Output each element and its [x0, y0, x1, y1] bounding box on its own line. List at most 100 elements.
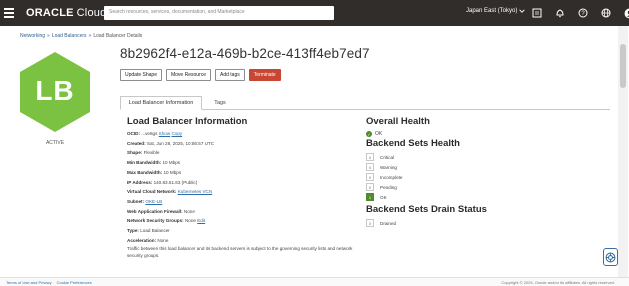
nsg-row: Network Security Groups: None Edit — [127, 216, 367, 226]
waf-value: None — [183, 208, 195, 214]
section-heading: Load Balancer Information — [127, 116, 248, 127]
subnet-link[interactable]: OKE-LB — [145, 199, 162, 204]
top-bar: ORACLE Cloud Search resources, services,… — [0, 0, 629, 26]
cookie-preferences-link[interactable]: Cookie Preferences — [57, 280, 92, 285]
acceleration-value: None — [157, 237, 169, 243]
oracle-cloud-logo[interactable]: ORACLE Cloud — [26, 7, 106, 19]
health-count: 0 — [366, 163, 374, 171]
bell-icon[interactable] — [553, 5, 567, 21]
health-count: 0 — [366, 183, 374, 191]
subnet-label: Subnet: — [127, 198, 145, 204]
tab-bar: Load Balancer Information Tags — [120, 96, 610, 110]
health-row-incomplete[interactable]: 0 Incomplete — [366, 172, 596, 182]
min-bandwidth-value: 10 Mbps — [162, 160, 181, 166]
overall-health-heading: Overall Health — [366, 116, 430, 127]
drain-status-heading: Backend Sets Drain Status — [366, 204, 487, 215]
status-badge: ACTIVE — [45, 140, 65, 146]
badge-text: LB — [35, 75, 75, 106]
health-row-pending[interactable]: 0 Pending — [366, 182, 596, 192]
ocid-show-link[interactable]: Show — [159, 131, 171, 136]
nsg-value: None — [184, 218, 196, 224]
shape-label: Shape: — [127, 150, 143, 156]
health-label: Incomplete — [380, 174, 403, 180]
console-icon[interactable] — [530, 5, 544, 21]
update-shape-button[interactable]: Update Shape — [120, 69, 162, 81]
subnet-row: Subnet: OKE-LB — [127, 197, 367, 207]
region-label: Japan East (Tokyo) — [466, 8, 518, 14]
max-bandwidth-row: Max Bandwidth: 10 Mbps — [127, 168, 367, 178]
ocid-row: OCID: ...ve6gs Show Copy — [127, 129, 367, 139]
add-tags-button[interactable]: Add tags — [215, 69, 245, 81]
min-bandwidth-row: Min Bandwidth: 10 Mbps — [127, 158, 367, 168]
overall-health-status: ✓ OK — [366, 131, 596, 137]
health-label: Critical — [380, 154, 395, 160]
ocid-value: ...ve6gs — [141, 131, 158, 136]
overall-status-text: OK — [375, 131, 383, 137]
ip-address-row: IP Address: 140.83.51.63 (Public) — [127, 178, 367, 188]
acceleration-label: Acceleration: — [127, 237, 157, 243]
vcn-link[interactable]: Kubernetes VCN — [178, 189, 212, 194]
breadcrumb-separator: » — [88, 33, 92, 39]
type-value: Load Balancer — [140, 228, 170, 234]
type-row: Type: Load Balancer — [127, 226, 367, 236]
max-bandwidth-value: 10 Mbps — [163, 169, 182, 175]
tab-load-balancer-information[interactable]: Load Balancer Information — [120, 96, 202, 110]
waf-row: Web Application Firewall: None — [127, 207, 367, 217]
acceleration-row: Acceleration: None — [127, 236, 367, 246]
waf-label: Web Application Firewall: — [127, 208, 183, 214]
vcn-row: Virtual Cloud Network: Kubernetes VCN — [127, 187, 367, 197]
terminate-button[interactable]: Terminate — [248, 69, 281, 81]
check-circle-icon: ✓ — [366, 131, 372, 137]
min-bandwidth-label: Min Bandwidth: — [127, 160, 162, 166]
created-value: Sat, Jun 28, 2025, 10:56:57 UTC — [146, 140, 215, 146]
traffic-note: Traffic between this load balancer and i… — [127, 246, 353, 258]
tab-tags[interactable]: Tags — [210, 96, 230, 110]
health-row-warning[interactable]: 0 Warning — [366, 162, 596, 172]
user-icon[interactable] — [622, 5, 629, 21]
ocid-copy-link[interactable]: Copy — [171, 131, 182, 136]
help-icon[interactable]: ? — [576, 5, 590, 21]
load-balancer-badge: LB — [18, 50, 92, 134]
created-label: Created: — [127, 140, 146, 146]
health-label: Pending — [380, 184, 397, 190]
terms-link[interactable]: Terms of Use and Privacy — [6, 280, 52, 285]
type-label: Type: — [127, 228, 139, 234]
breadcrumb-networking[interactable]: Networking — [20, 33, 45, 39]
search-input[interactable]: Search resources, services, documentatio… — [104, 6, 334, 20]
breadcrumb-separator: » — [47, 33, 50, 39]
vertical-scrollbar[interactable] — [618, 26, 628, 278]
health-row-ok[interactable]: 1 OK — [366, 192, 596, 202]
backend-sets-health-heading: Backend Sets Health — [366, 138, 460, 149]
menu-icon[interactable] — [4, 0, 20, 26]
breadcrumb-current: Load Balancer Details — [93, 33, 143, 39]
ip-address-label: IP Address: — [127, 179, 153, 185]
load-balancer-information-section: Load Balancer Information OCID: ...ve6gs… — [127, 116, 367, 259]
drain-count: 0 — [366, 219, 374, 227]
health-row-critical[interactable]: 0 Critical — [366, 152, 596, 162]
nsg-edit-link[interactable]: Edit — [197, 218, 205, 223]
help-lifebuoy-icon[interactable] — [603, 248, 618, 266]
action-buttons: Update Shape Move Resource Add tags Term… — [120, 69, 281, 81]
health-count: 1 — [366, 193, 374, 201]
shape-value: Flexible — [143, 150, 160, 156]
scrollbar-thumb[interactable] — [620, 44, 626, 88]
ocid-label: OCID: — [127, 131, 141, 136]
backend-sets-health-list: 0 Critical 0 Warning 0 Incomplete 0 Pend… — [366, 152, 596, 202]
page-title: 8b2962f4-e12a-469b-b2ce-413ff4eb7ed7 — [120, 46, 370, 61]
ip-address-value: 140.83.51.63 (Public) — [153, 179, 198, 185]
drain-status-list: 0 Drained — [366, 218, 596, 228]
globe-icon[interactable] — [599, 5, 613, 21]
health-label: Warning — [380, 164, 397, 170]
shape-row: Shape: Flexible — [127, 148, 367, 158]
drain-row-drained[interactable]: 0 Drained — [366, 218, 596, 228]
breadcrumb-load-balancers[interactable]: Load Balancers — [52, 33, 87, 39]
drain-label: Drained — [380, 220, 397, 226]
health-label: OK — [380, 194, 387, 200]
health-count: 0 — [366, 153, 374, 161]
nsg-label: Network Security Groups: — [127, 218, 184, 224]
region-selector[interactable]: Japan East (Tokyo) — [466, 8, 526, 14]
chevron-down-icon — [519, 9, 526, 13]
move-resource-button[interactable]: Move Resource — [165, 69, 211, 81]
footer: Terms of Use and Privacy Cookie Preferen… — [0, 277, 629, 286]
copyright-text: Copyright © 2025, Oracle and/or its affi… — [501, 280, 615, 285]
